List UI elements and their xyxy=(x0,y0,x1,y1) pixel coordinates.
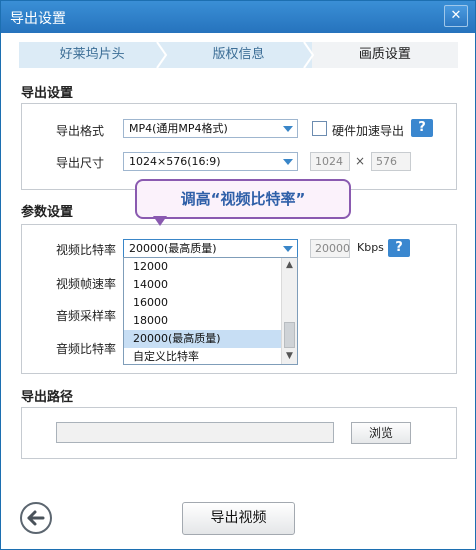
width-input[interactable]: 1024 xyxy=(310,152,350,171)
section-title-path: 导出路径 xyxy=(21,390,74,405)
dropdown-option[interactable]: 14000 xyxy=(124,276,282,294)
chevron-right-icon xyxy=(302,42,314,68)
close-button[interactable]: ✕ xyxy=(444,5,468,27)
size-select-value: 1024×576(16:9) xyxy=(129,155,221,168)
chevron-down-icon[interactable]: ▼ xyxy=(282,349,297,364)
help-icon[interactable]: ? xyxy=(388,239,410,257)
title-bar: 导出设置 ✕ xyxy=(1,1,475,33)
dropdown-scrollbar[interactable]: ▲ ▼ xyxy=(281,258,297,364)
chevron-up-icon[interactable]: ▲ xyxy=(282,258,297,273)
height-input[interactable]: 576 xyxy=(371,152,411,171)
bitrate-custom-input[interactable]: 20000 xyxy=(310,239,350,258)
audio-bitrate-label: 音频比特率 xyxy=(56,342,117,356)
video-bitrate-value: 20000(最高质量) xyxy=(129,242,217,255)
frame-rate-label: 视频帧速率 xyxy=(56,277,117,291)
export-path-input[interactable] xyxy=(56,422,334,443)
size-label: 导出尺寸 xyxy=(56,156,105,170)
back-button[interactable] xyxy=(20,502,52,534)
format-label: 导出格式 xyxy=(56,124,105,138)
tab-hollywood-intro[interactable]: 好莱坞片头 xyxy=(19,42,168,68)
bitrate-unit: Kbps xyxy=(357,241,384,254)
times-icon: × xyxy=(355,154,366,168)
format-select[interactable]: MP4(通用MP4格式) xyxy=(123,119,298,138)
window-title: 导出设置 xyxy=(10,11,66,27)
tooltip-tail xyxy=(153,216,167,226)
dropdown-option[interactable]: 18000 xyxy=(124,312,282,330)
size-select[interactable]: 1024×576(16:9) xyxy=(123,152,298,171)
bitrate-dropdown-list: 12000 14000 16000 18000 20000(最高质量) 自定义比… xyxy=(123,257,298,365)
hw-accel-checkbox[interactable] xyxy=(312,121,327,136)
video-bitrate-select[interactable]: 20000(最高质量) xyxy=(123,239,298,258)
tab-label: 版权信息 xyxy=(212,47,265,62)
bitrate-tooltip: 调高“视频比特率” xyxy=(135,179,351,219)
scrollbar-thumb[interactable] xyxy=(284,322,295,348)
chevron-down-icon xyxy=(283,246,293,252)
step-tabs: 好莱坞片头 版权信息 画质设置 xyxy=(19,42,458,68)
video-bitrate-label: 视频比特率 xyxy=(56,243,117,257)
export-settings-box xyxy=(21,103,457,190)
section-title-export: 导出设置 xyxy=(21,86,74,101)
dropdown-option[interactable]: 16000 xyxy=(124,294,282,312)
dropdown-option[interactable]: 12000 xyxy=(124,258,282,276)
tab-quality-settings[interactable]: 画质设置 xyxy=(311,42,458,68)
chevron-down-icon xyxy=(283,159,293,165)
hw-accel-label: 硬件加速导出 xyxy=(332,124,405,138)
chevron-right-icon xyxy=(156,42,168,68)
export-settings-window: 导出设置 ✕ 好莱坞片头 版权信息 画质设置 导出设置 导出格式 MP4(通用M… xyxy=(0,0,476,550)
tab-label: 好莱坞片头 xyxy=(59,47,125,62)
arrow-left-icon xyxy=(27,510,45,526)
dropdown-option[interactable]: 自定义比特率 xyxy=(124,348,282,366)
tab-copyright-info[interactable]: 版权信息 xyxy=(165,42,314,68)
dropdown-option-selected[interactable]: 20000(最高质量) xyxy=(124,330,282,348)
tab-label: 画质设置 xyxy=(358,47,411,62)
browse-button[interactable]: 浏览 xyxy=(351,422,411,444)
format-select-value: MP4(通用MP4格式) xyxy=(129,122,228,135)
audio-sample-label: 音频采样率 xyxy=(56,309,117,323)
export-video-button[interactable]: 导出视频 xyxy=(182,502,295,535)
help-icon[interactable]: ? xyxy=(411,119,433,137)
section-title-params: 参数设置 xyxy=(21,205,74,220)
chevron-down-icon xyxy=(283,126,293,132)
